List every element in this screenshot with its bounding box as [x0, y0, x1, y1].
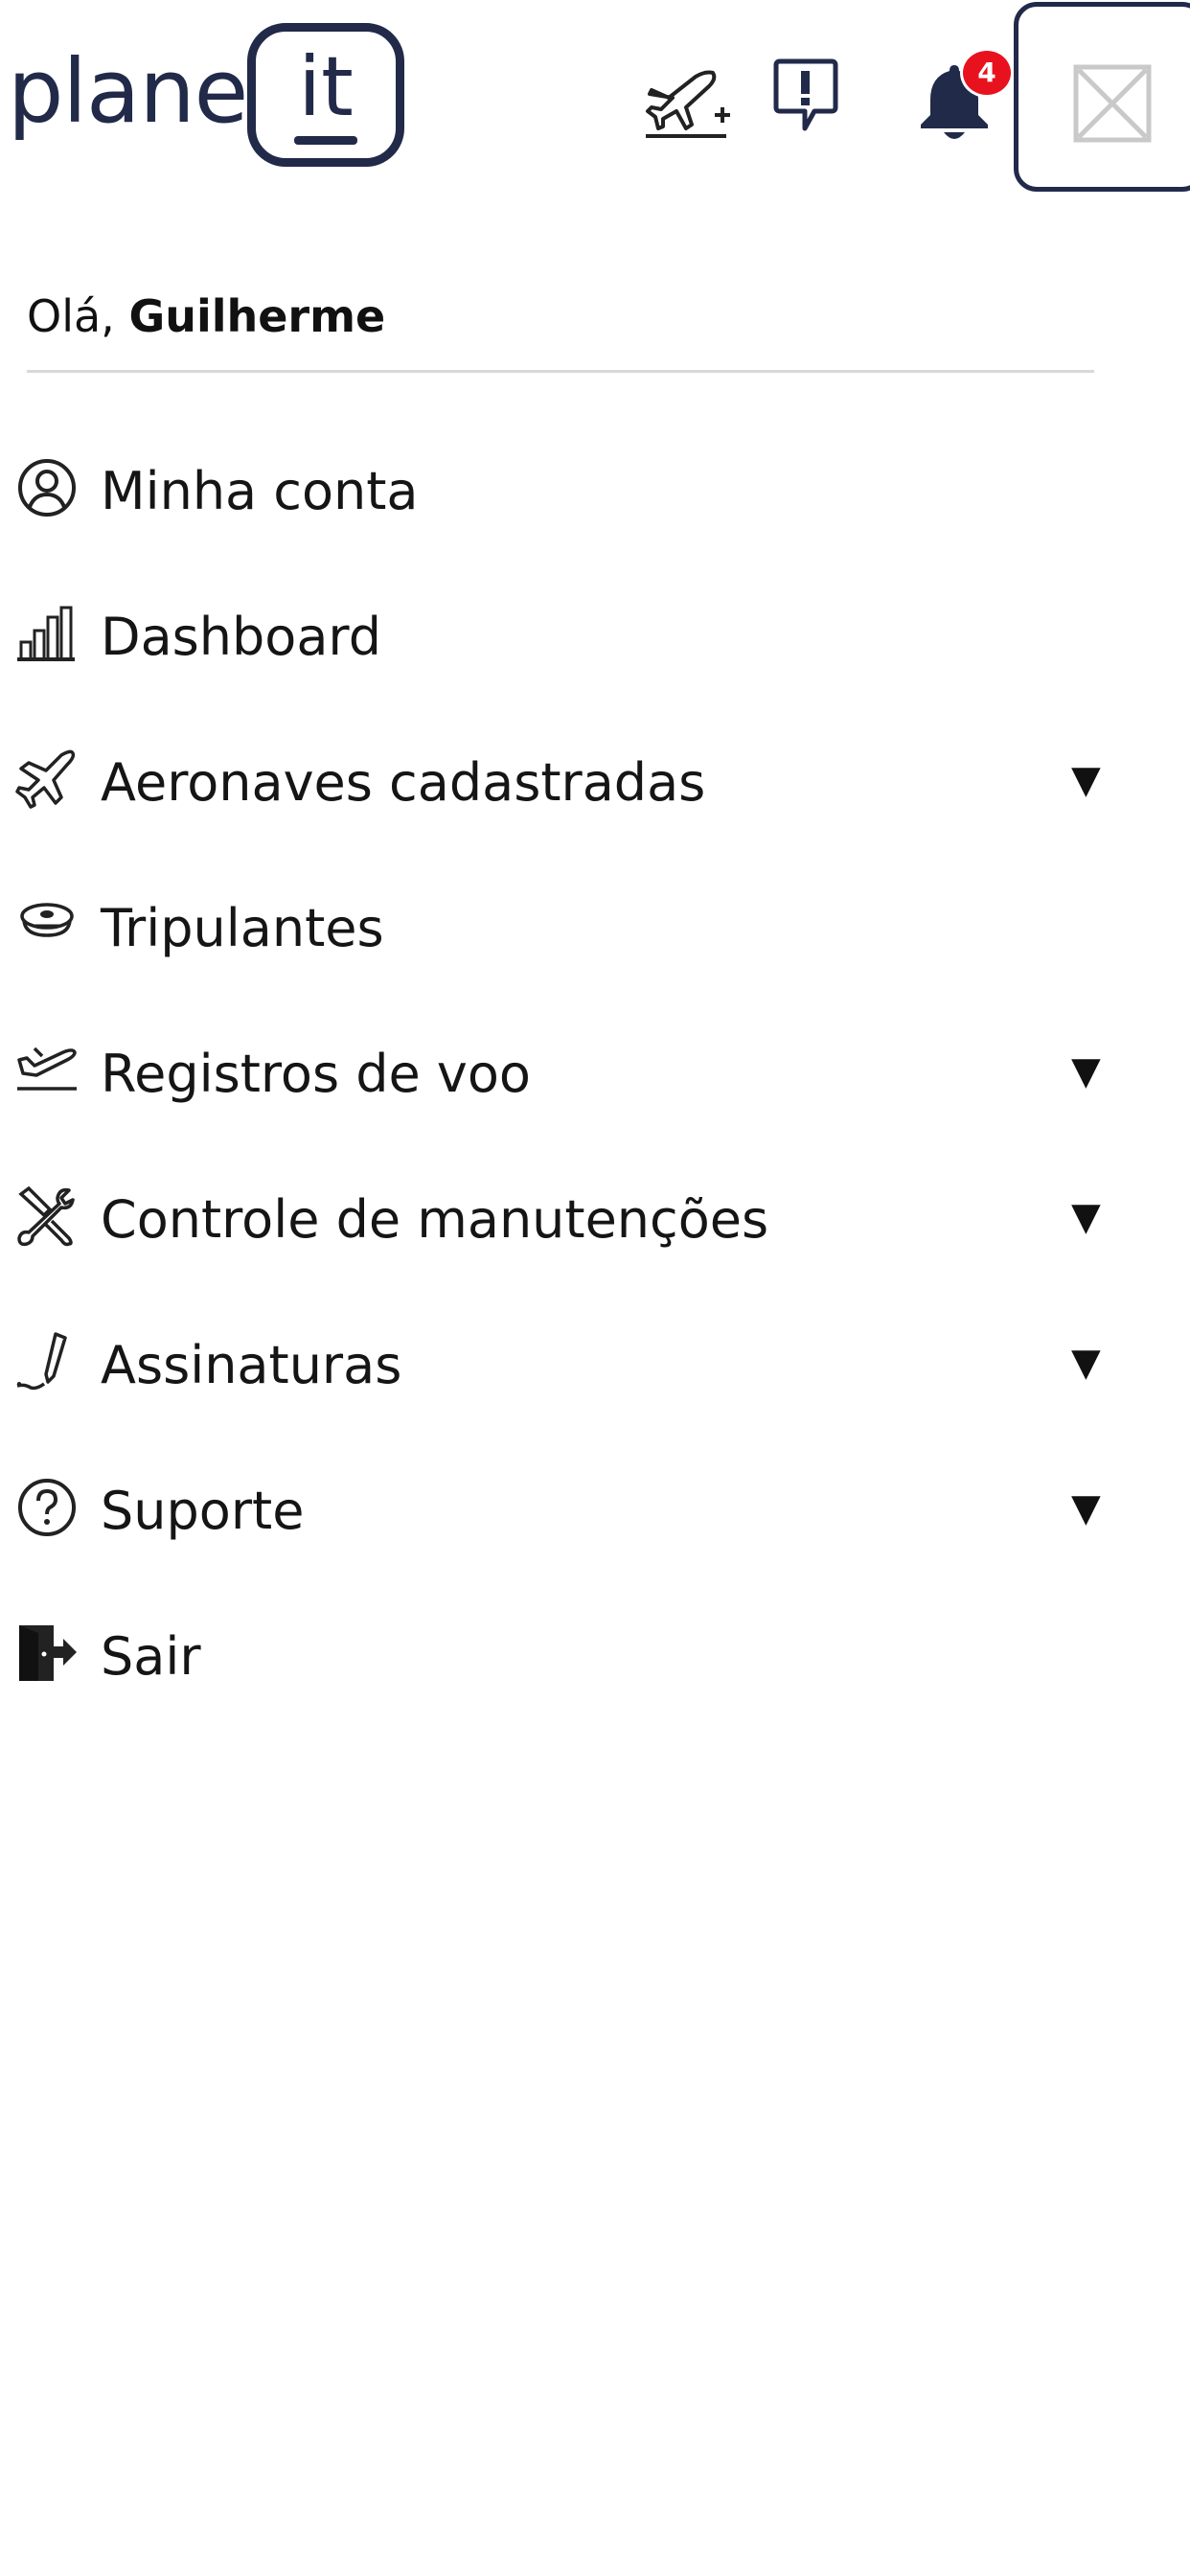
- menu-item-label: Assinaturas: [101, 1335, 402, 1395]
- divider: [27, 370, 1094, 373]
- greeting-prefix: Olá,: [27, 290, 115, 342]
- menu-item-assinaturas[interactable]: Assinaturas ▼: [0, 1305, 1190, 1420]
- close-button[interactable]: [1014, 2, 1190, 192]
- user-name: Guilherme: [128, 290, 386, 342]
- alert-speech-icon[interactable]: [772, 58, 839, 136]
- menu-item-aeronaves[interactable]: Aeronaves cadastradas ▼: [0, 723, 1190, 838]
- menu-item-suporte[interactable]: Suporte ▼: [0, 1451, 1190, 1566]
- menu-item-dashboard[interactable]: Dashboard: [0, 577, 1190, 692]
- menu-item-label: Tripulantes: [101, 898, 384, 958]
- menu-item-tripulantes[interactable]: Tripulantes: [0, 868, 1190, 983]
- menu-item-label: Sair: [101, 1626, 201, 1687]
- menu-item-label: Suporte: [101, 1481, 305, 1541]
- plane-add-icon[interactable]: [644, 63, 732, 140]
- chevron-down-icon[interactable]: ▼: [1071, 1344, 1110, 1382]
- close-icon: [1073, 64, 1152, 143]
- logout-icon: [19, 1625, 77, 1681]
- menu-item-label: Controle de manutenções: [101, 1189, 769, 1250]
- chevron-down-icon[interactable]: ▼: [1071, 1198, 1110, 1236]
- notification-badge: 4: [960, 48, 1014, 98]
- chevron-down-icon[interactable]: ▼: [1071, 1489, 1110, 1528]
- menu-item-registros-de-voo[interactable]: Registros de voo ▼: [0, 1014, 1190, 1129]
- menu-item-label: Dashboard: [101, 607, 381, 667]
- user-greeting: Olá, Guilherme: [27, 286, 385, 347]
- bar-chart-icon: [17, 606, 75, 661]
- menu-item-label: Aeronaves cadastradas: [101, 752, 706, 813]
- pen-signature-icon: [16, 1332, 67, 1391]
- logo-underline: [294, 136, 357, 145]
- logo-text: plane: [8, 40, 248, 143]
- menu-item-sair[interactable]: Sair: [0, 1597, 1190, 1712]
- chevron-down-icon[interactable]: ▼: [1071, 761, 1110, 799]
- help-circle-icon: [18, 1479, 76, 1536]
- chevron-down-icon[interactable]: ▼: [1071, 1052, 1110, 1091]
- takeoff-icon: [17, 1046, 77, 1091]
- menu-item-label: Registros de voo: [101, 1044, 531, 1104]
- logo-box: it: [247, 23, 404, 167]
- app-logo[interactable]: plane it: [8, 17, 404, 176]
- airplane-icon: [15, 749, 76, 809]
- menu-item-controle-de-manutencoes[interactable]: Controle de manutenções ▼: [0, 1160, 1190, 1275]
- pilot-cap-icon: [20, 903, 74, 937]
- menu-item-minha-conta[interactable]: Minha conta: [0, 431, 1190, 546]
- logo-box-text: it: [298, 39, 354, 135]
- tools-icon: [17, 1185, 75, 1247]
- user-circle-icon: [18, 459, 76, 517]
- menu-item-label: Minha conta: [101, 461, 419, 521]
